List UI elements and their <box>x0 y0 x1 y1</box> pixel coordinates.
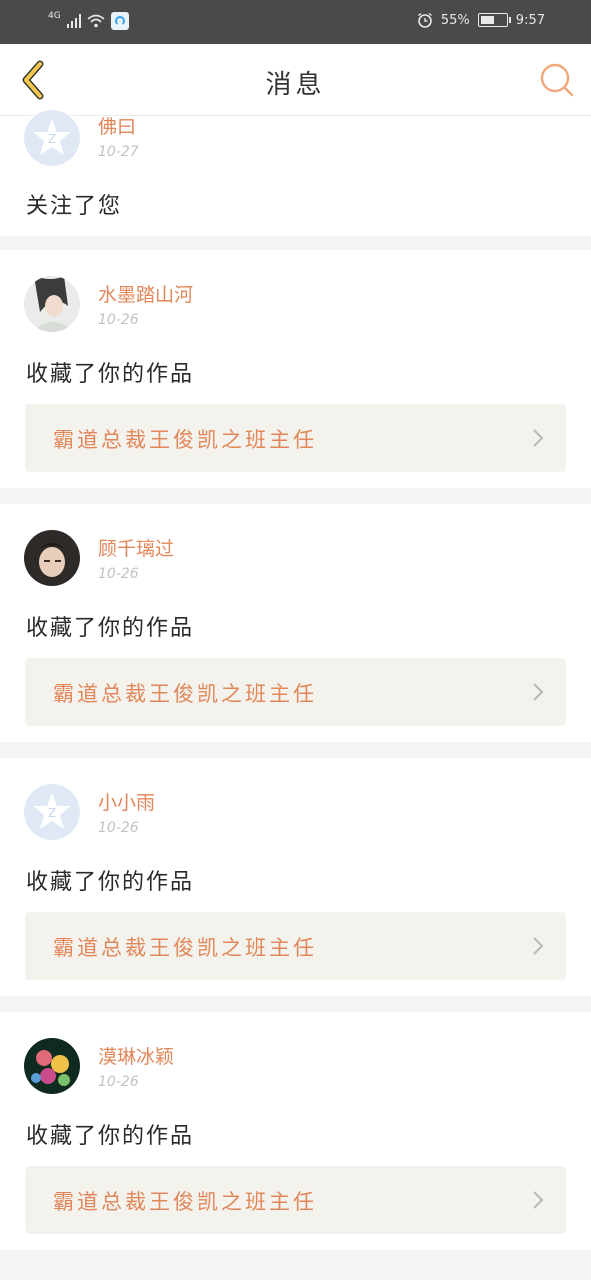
alarm-icon <box>417 12 432 28</box>
svg-text:Z: Z <box>48 132 56 146</box>
notification-card[interactable]: Z 佛曰 10-27 关注了您 <box>0 110 591 236</box>
notification-date: 10-26 <box>98 820 139 836</box>
notification-action: 收藏了你的作品 <box>26 1124 195 1149</box>
username[interactable]: 顾千璃过 <box>98 534 174 561</box>
default-avatar-icon[interactable]: Z <box>24 784 80 840</box>
network-type: 4G <box>48 10 61 21</box>
notification-card[interactable]: Z 小小雨 10-26 收藏了你的作品 霸道总裁王俊凯之班主任 <box>0 758 591 996</box>
work-link[interactable]: 霸道总裁王俊凯之班主任 <box>25 912 566 980</box>
notification-action: 关注了您 <box>26 194 123 219</box>
notification-card[interactable]: 顾千璃过 10-26 收藏了你的作品 霸道总裁王俊凯之班主任 <box>0 504 591 742</box>
default-avatar-icon[interactable]: Z <box>24 110 80 166</box>
username[interactable]: 佛曰 <box>98 112 136 139</box>
nav-bar: 消息 <box>0 44 591 116</box>
search-icon[interactable] <box>537 60 577 100</box>
chevron-right-icon <box>533 429 544 447</box>
battery-percent: 55% <box>440 12 470 28</box>
wifi-icon <box>87 14 105 28</box>
status-right: 55% 9:57 <box>417 12 545 28</box>
user-avatar[interactable] <box>24 1038 80 1094</box>
svg-text:Z: Z <box>48 806 56 820</box>
work-title: 霸道总裁王俊凯之班主任 <box>53 428 317 452</box>
notification-date: 10-26 <box>98 1074 139 1090</box>
battery-icon <box>477 13 511 27</box>
notification-date: 10-26 <box>98 312 139 328</box>
notification-date: 10-27 <box>98 144 139 160</box>
chevron-right-icon <box>533 1191 544 1209</box>
status-left: 4G <box>48 10 129 30</box>
chevron-right-icon <box>533 683 544 701</box>
user-avatar[interactable] <box>24 530 80 586</box>
notification-action: 收藏了你的作品 <box>26 362 195 387</box>
clock: 9:57 <box>515 12 545 28</box>
notification-date: 10-26 <box>98 566 139 582</box>
user-avatar[interactable] <box>24 276 80 332</box>
chevron-right-icon <box>533 937 544 955</box>
notification-action: 收藏了你的作品 <box>26 870 195 895</box>
username[interactable]: 漠琳冰颖 <box>98 1042 174 1069</box>
notification-card[interactable]: 漠琳冰颖 10-26 收藏了你的作品 霸道总裁王俊凯之班主任 <box>0 1012 591 1250</box>
work-title: 霸道总裁王俊凯之班主任 <box>53 682 317 706</box>
app-notification-icon <box>110 12 129 30</box>
work-link[interactable]: 霸道总裁王俊凯之班主任 <box>25 404 566 472</box>
signal-icon <box>66 14 81 28</box>
username[interactable]: 水墨踏山河 <box>98 280 193 307</box>
notification-action: 收藏了你的作品 <box>26 616 195 641</box>
work-title: 霸道总裁王俊凯之班主任 <box>53 936 317 960</box>
status-bar: 4G 55% 9:57 <box>0 0 591 44</box>
notification-card[interactable]: 水墨踏山河 10-26 收藏了你的作品 霸道总裁王俊凯之班主任 <box>0 250 591 488</box>
page-title: 消息 <box>265 70 326 100</box>
work-title: 霸道总裁王俊凯之班主任 <box>53 1190 317 1214</box>
work-link[interactable]: 霸道总裁王俊凯之班主任 <box>25 658 566 726</box>
username[interactable]: 小小雨 <box>98 788 155 815</box>
work-link[interactable]: 霸道总裁王俊凯之班主任 <box>25 1166 566 1234</box>
